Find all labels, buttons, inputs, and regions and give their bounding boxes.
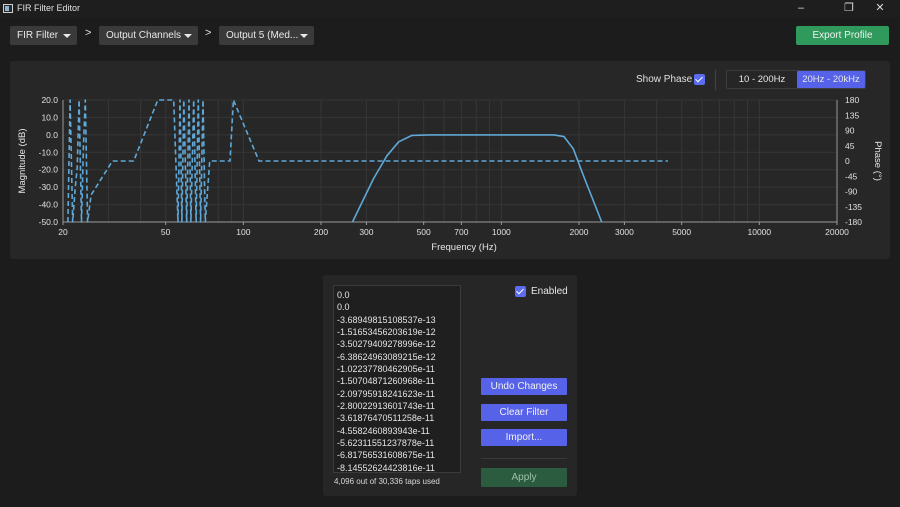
y2-tick-label: -135 bbox=[845, 202, 862, 212]
x-tick-label: 3000 bbox=[615, 227, 634, 237]
y-axis-label: Magnitude (dB) bbox=[17, 129, 28, 194]
x-tick-label: 10000 bbox=[748, 227, 772, 237]
coefficient-value: -6.81756531608675e-11 bbox=[337, 450, 435, 461]
chart-labels: 20 50 100 200 300 500 700 1000 2000 3000 5000 10000… bbox=[17, 95, 883, 253]
undo-changes-button[interactable]: Undo Changes bbox=[481, 378, 567, 395]
apply-button[interactable]: Apply bbox=[481, 468, 567, 487]
x-tick-label: 20000 bbox=[825, 227, 849, 237]
coefficient-value: -5.62311551237878e-11 bbox=[337, 438, 435, 449]
y-tick-label: -50.0 bbox=[39, 217, 59, 227]
chart-series bbox=[67, 99, 668, 223]
divider bbox=[481, 458, 567, 459]
coefficient-value: -1.50704871260968e-11 bbox=[337, 376, 435, 387]
coefficient-value: 0.0 bbox=[337, 302, 350, 313]
phase-series-line bbox=[67, 99, 668, 223]
y-tick-label: 10.0 bbox=[41, 112, 58, 122]
x-tick-label: 700 bbox=[454, 227, 468, 237]
x-tick-label: 2000 bbox=[570, 227, 589, 237]
y-tick-label: -40.0 bbox=[39, 200, 59, 210]
coefficient-value: -2.80022913601743e-11 bbox=[337, 401, 435, 412]
y-tick-label: -20.0 bbox=[39, 165, 59, 175]
x-tick-label: 1000 bbox=[492, 227, 511, 237]
coefficient-value: -8.14552624423816e-11 bbox=[337, 462, 435, 473]
magnitude-series-line bbox=[351, 134, 603, 223]
coefficient-list[interactable]: 0.0 0.0 -3.68949815108537e-13 -1.5165345620… bbox=[333, 285, 461, 473]
y-tick-label: -30.0 bbox=[39, 182, 59, 192]
clear-filter-button[interactable]: Clear Filter bbox=[481, 404, 567, 421]
coefficient-value: -2.09795918241623e-11 bbox=[337, 388, 435, 399]
coefficient-value: -1.51653456203619e-12 bbox=[337, 327, 436, 338]
enabled-checkbox[interactable] bbox=[515, 286, 526, 297]
y2-axis-label: Phase (°) bbox=[872, 141, 883, 181]
x-axis-label: Frequency (Hz) bbox=[431, 242, 496, 253]
import-button[interactable]: Import... bbox=[481, 429, 567, 446]
x-tick-label: 200 bbox=[314, 227, 328, 237]
x-tick-label: 50 bbox=[161, 227, 171, 237]
y2-tick-label: 45 bbox=[845, 141, 855, 151]
y2-tick-label: -90 bbox=[845, 187, 858, 197]
coefficient-value: -6.38624963089215e-12 bbox=[337, 351, 436, 362]
y2-tick-label: -45 bbox=[845, 171, 858, 181]
x-tick-label: 5000 bbox=[672, 227, 691, 237]
y2-tick-label: 135 bbox=[845, 110, 859, 120]
x-tick-label: 300 bbox=[359, 227, 373, 237]
y-tick-label: -10.0 bbox=[39, 147, 59, 157]
x-tick-label: 100 bbox=[236, 227, 250, 237]
x-tick-label: 500 bbox=[417, 227, 431, 237]
y-tick-label: 0.0 bbox=[46, 130, 58, 140]
y2-tick-label: 0 bbox=[845, 156, 850, 166]
enabled-label: Enabled bbox=[531, 286, 568, 297]
coefficient-value: -3.50279409278996e-12 bbox=[337, 339, 436, 350]
y2-tick-label: 90 bbox=[845, 126, 855, 136]
y2-tick-label: -180 bbox=[845, 217, 862, 227]
y2-tick-label: 180 bbox=[845, 95, 859, 105]
coefficient-value: -3.61876470511258e-11 bbox=[337, 413, 435, 424]
coefficient-value: -3.68949815108537e-13 bbox=[337, 314, 436, 325]
coefficient-value: 0.0 bbox=[337, 290, 350, 300]
y-tick-label: 20.0 bbox=[41, 95, 58, 105]
taps-used-text: 4,096 out of 30,336 taps used bbox=[334, 477, 440, 486]
coefficient-value: -4.5582460893943e-11 bbox=[337, 425, 430, 436]
x-tick-label: 20 bbox=[58, 227, 68, 237]
coefficient-value: -1.02237780462905e-11 bbox=[337, 364, 435, 375]
